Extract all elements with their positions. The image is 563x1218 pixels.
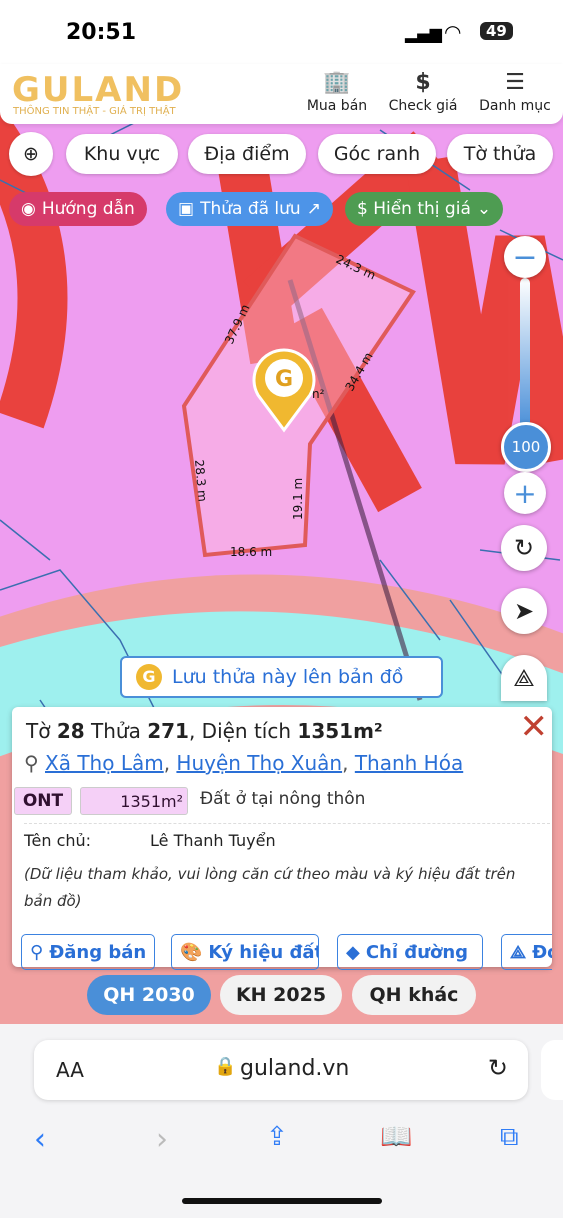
- status-bar: 20:51 ▂▄▆ ◠ 49: [0, 0, 563, 64]
- arrow-up-right-icon: ↗: [306, 199, 321, 219]
- nav-danh-muc[interactable]: ☰ Danh mục: [474, 70, 556, 114]
- locate-button[interactable]: ⊕: [9, 132, 53, 176]
- refresh-icon[interactable]: ↻: [501, 525, 547, 571]
- land-area-badge: 1351m²: [80, 787, 188, 815]
- back-icon[interactable]: ‹: [34, 1122, 46, 1157]
- pin-plus-icon: ⚲: [30, 941, 44, 963]
- owner-label: Tên chủ:: [24, 831, 92, 850]
- url-text: guland.vn: [240, 1056, 350, 1081]
- post-sale-button[interactable]: ⚲ Đăng bán: [21, 934, 155, 970]
- bookmark-icon: ▣: [178, 199, 195, 219]
- lock-icon: 🔒: [214, 1056, 237, 1077]
- filter-dia-diem[interactable]: Địa điểm: [188, 134, 306, 174]
- land-symbols-button[interactable]: 🎨 Ký hiệu đất: [171, 934, 319, 970]
- nav-label: Check giá: [388, 98, 458, 114]
- zoom-slider-track[interactable]: [520, 278, 530, 428]
- price-label: $ Hiển thị giá: [357, 199, 471, 219]
- crosshair-icon: ⊕: [23, 143, 39, 165]
- zoom-out-button[interactable]: −: [504, 236, 546, 278]
- province-link[interactable]: Thanh Hóa: [355, 751, 463, 775]
- building-icon: 🏢: [323, 70, 351, 95]
- disclaimer: (Dữ liệu tham khảo, vui lòng căn cứ theo…: [24, 865, 516, 910]
- nav-mua-ban[interactable]: 🏢 Mua bán: [304, 70, 370, 114]
- edge-label: 18.6 m: [230, 545, 272, 559]
- palette-icon: 🎨: [180, 941, 203, 963]
- guide-label: Hướng dẫn: [41, 199, 135, 219]
- svg-text:G: G: [275, 367, 293, 392]
- edge-label: 19.1 m: [291, 478, 305, 520]
- slogan: THÔNG TIN THẬT - GIÁ TRỊ THẬT: [13, 106, 176, 117]
- saved-parcels-button[interactable]: ▣ Thửa đã lưu ↗: [166, 192, 333, 226]
- tabs-icon[interactable]: ⧉: [500, 1122, 519, 1153]
- filter-goc-ranh[interactable]: Góc ranh: [318, 134, 436, 174]
- forward-icon[interactable]: ›: [156, 1122, 168, 1157]
- logo[interactable]: GULAND: [12, 70, 184, 110]
- bookmarks-icon[interactable]: 📖: [380, 1122, 412, 1152]
- show-price-dropdown[interactable]: $ Hiển thị giá ⌄: [345, 192, 504, 226]
- saved-label: Thửa đã lưu: [200, 199, 301, 219]
- signal-icon: ▂▄▆: [405, 24, 442, 43]
- action-label: Đo: [532, 941, 552, 963]
- reload-icon[interactable]: ↻: [488, 1054, 508, 1082]
- dollar-icon: $: [415, 70, 431, 95]
- chevron-down-icon: ⌄: [476, 199, 492, 219]
- share-icon[interactable]: ⇪: [266, 1122, 288, 1152]
- action-label: Đăng bán: [49, 941, 147, 963]
- nav-check-gia[interactable]: $ Check giá: [384, 70, 462, 114]
- clock: 20:51: [66, 20, 137, 45]
- owner-name: Lê Thanh Tuyển: [150, 831, 276, 850]
- measure-button[interactable]: ⟁Đo: [501, 934, 552, 970]
- guland-logo-icon: G: [136, 664, 162, 690]
- text-size-button[interactable]: AA: [56, 1058, 84, 1082]
- nav-label: Danh mục: [479, 98, 551, 114]
- app-header: GULAND THÔNG TIN THẬT - GIÁ TRỊ THẬT 🏢 Mu…: [0, 64, 563, 124]
- home-indicator: [182, 1198, 382, 1204]
- district-link[interactable]: Huyện Thọ Xuân: [176, 751, 342, 775]
- navigate-arrow-icon[interactable]: ➤: [501, 588, 547, 634]
- battery-icon: 49: [480, 22, 513, 40]
- save-parcel-button[interactable]: G Lưu thửa này lên bản đồ: [120, 656, 443, 698]
- layer-qh-2030[interactable]: QH 2030: [87, 975, 211, 1015]
- directions-icon: ◆: [346, 941, 360, 963]
- zoom-slider-handle[interactable]: 100: [501, 422, 551, 472]
- address-bar[interactable]: AA 🔒 guland.vn ↻: [34, 1040, 528, 1100]
- next-tab-peek[interactable]: [541, 1040, 563, 1100]
- action-label: Chỉ đường: [365, 941, 469, 963]
- parcel-info-card: Tờ 28 Thửa 271, Diện tích 1351m² ✕ ⚲ Xã …: [12, 707, 552, 970]
- pin-icon: ⚲: [24, 751, 39, 775]
- layer-kh-2025[interactable]: KH 2025: [220, 975, 342, 1015]
- wifi-icon: ◠: [444, 20, 462, 44]
- measure-icon[interactable]: ⟁: [501, 655, 547, 701]
- compass-icon: ⟁: [510, 941, 527, 963]
- address: ⚲ Xã Thọ Lâm, Huyện Thọ Xuân, Thanh Hóa: [24, 751, 464, 775]
- directions-button[interactable]: ◆ Chỉ đường: [337, 934, 483, 970]
- close-icon[interactable]: ✕: [520, 707, 549, 747]
- guide-button[interactable]: ◉ Hướng dẫn: [9, 192, 147, 226]
- parcel-title: Tờ 28 Thửa 271, Diện tích 1351m²: [26, 719, 383, 743]
- zoom-in-button[interactable]: +: [504, 472, 546, 514]
- layer-qh-khac[interactable]: QH khác: [352, 975, 476, 1015]
- action-label: Ký hiệu đất: [208, 941, 319, 963]
- filter-to-thua[interactable]: Tờ thửa: [447, 134, 553, 174]
- filter-khu-vuc[interactable]: Khu vực: [66, 134, 178, 174]
- land-type: Đất ở tại nông thôn: [200, 789, 366, 809]
- play-icon: ◉: [21, 199, 36, 219]
- save-parcel-label: Lưu thửa này lên bản đồ: [172, 666, 404, 688]
- land-code-badge: ONT: [14, 787, 72, 815]
- commune-link[interactable]: Xã Thọ Lâm: [45, 751, 164, 775]
- divider: [24, 823, 550, 824]
- menu-icon: ☰: [505, 70, 525, 95]
- nav-label: Mua bán: [306, 98, 368, 114]
